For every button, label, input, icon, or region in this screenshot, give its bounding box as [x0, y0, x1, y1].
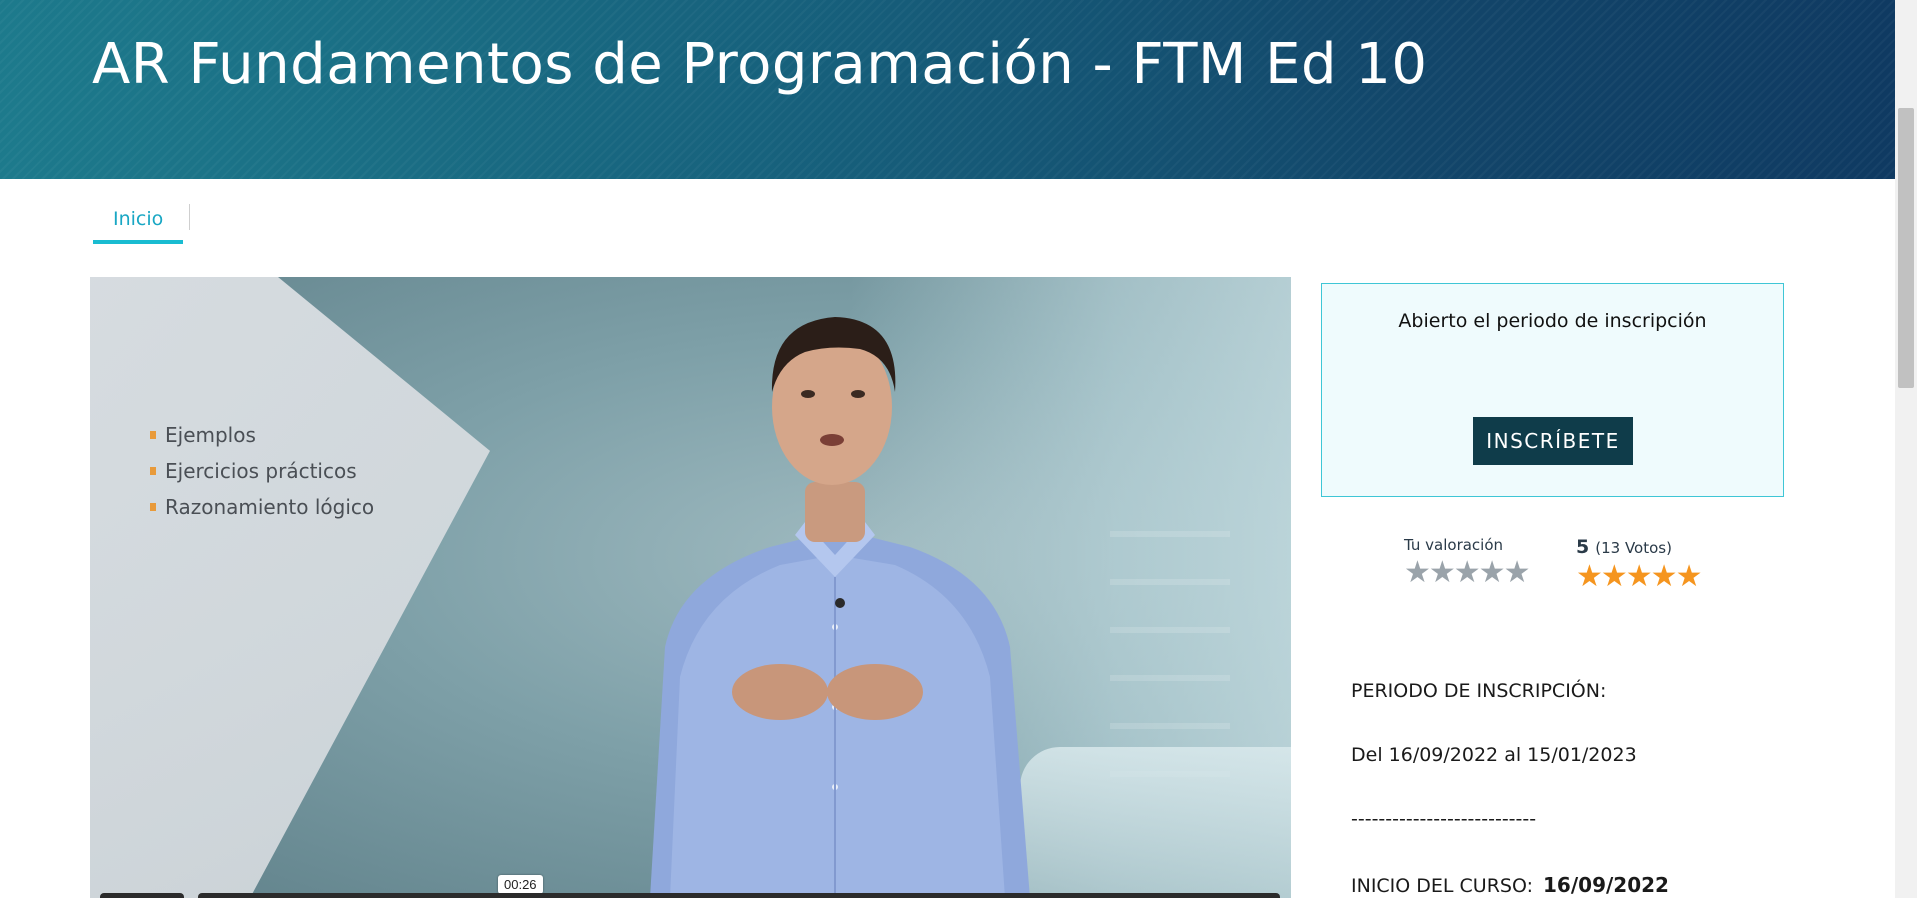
- course-title: AR Fundamentos de Programación - FTM Ed …: [92, 32, 1428, 97]
- bullet-icon: [150, 503, 156, 511]
- vote-count: (13 Votos): [1595, 539, 1672, 557]
- my-rating-label: Tu valoración: [1404, 536, 1504, 554]
- average-score: 5: [1576, 536, 1590, 558]
- video-play-control[interactable]: [100, 893, 184, 898]
- average-rating: 5 (13 Votos) ★★★★★: [1576, 536, 1702, 593]
- tab-divider: [189, 204, 191, 230]
- course-start-label: INICIO DEL CURSO:: [1351, 875, 1534, 897]
- enrollment-status: Abierto el periodo de inscripción: [1398, 310, 1707, 332]
- video-background-shelf: [1110, 527, 1230, 777]
- enrollment-period-dates: Del 16/09/2022 al 15/01/2023: [1351, 744, 1637, 766]
- video-overlay-triangle: [90, 277, 490, 898]
- course-header-banner: AR Fundamentos de Programación - FTM Ed …: [0, 0, 1895, 179]
- course-page: AR Fundamentos de Programación - FTM Ed …: [0, 0, 1917, 898]
- page-scrollbar[interactable]: [1895, 0, 1917, 898]
- enrollment-box: Abierto el periodo de inscripción INSCRÍ…: [1321, 283, 1784, 497]
- video-bullet-list: Ejemplos Ejercicios prácticos Razonamien…: [150, 417, 374, 525]
- tab-inicio[interactable]: Inicio: [93, 200, 184, 244]
- course-start-value: 16/09/2022: [1543, 873, 1669, 897]
- video-background-table: [1020, 747, 1291, 898]
- bullet-icon: [150, 431, 156, 439]
- my-rating-stars-icon[interactable]: ★★★★★: [1404, 558, 1530, 588]
- enroll-button[interactable]: INSCRÍBETE: [1473, 417, 1633, 465]
- video-time-tooltip: 00:26: [498, 875, 543, 894]
- video-bullet-item: Razonamiento lógico: [150, 489, 374, 525]
- video-progress-bar[interactable]: [198, 893, 1280, 898]
- enrollment-period-label: PERIODO DE INSCRIPCIÓN:: [1351, 680, 1607, 702]
- average-rating-stars-icon: ★★★★★: [1576, 560, 1702, 593]
- my-rating: Tu valoración ★★★★★: [1404, 536, 1530, 588]
- course-start: INICIO DEL CURSO: 16/09/2022: [1351, 873, 1669, 897]
- course-video-player[interactable]: Ejemplos Ejercicios prácticos Razonamien…: [90, 277, 1291, 898]
- info-separator: ---------------------------: [1351, 808, 1537, 830]
- scrollbar-thumb[interactable]: [1898, 108, 1914, 388]
- video-bullet-item: Ejemplos: [150, 417, 374, 453]
- presenter-figure: [650, 317, 1030, 898]
- course-tabs: Inicio: [93, 200, 191, 244]
- bullet-icon: [150, 467, 156, 475]
- video-bullet-item: Ejercicios prácticos: [150, 453, 374, 489]
